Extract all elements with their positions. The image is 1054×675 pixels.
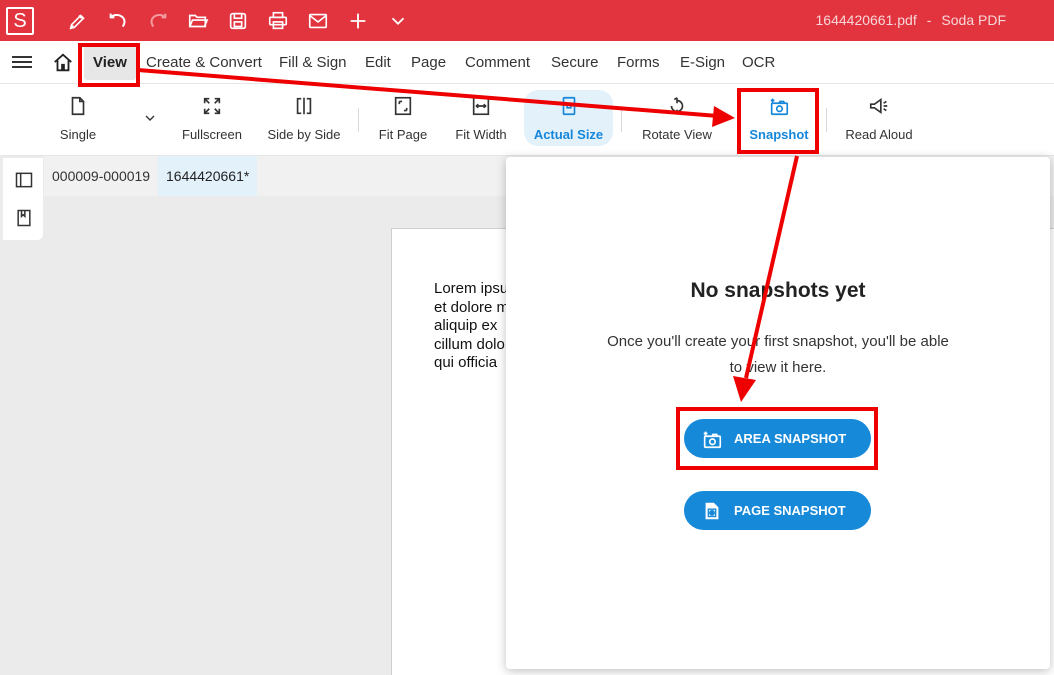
annotation-arrows bbox=[137, 68, 799, 402]
